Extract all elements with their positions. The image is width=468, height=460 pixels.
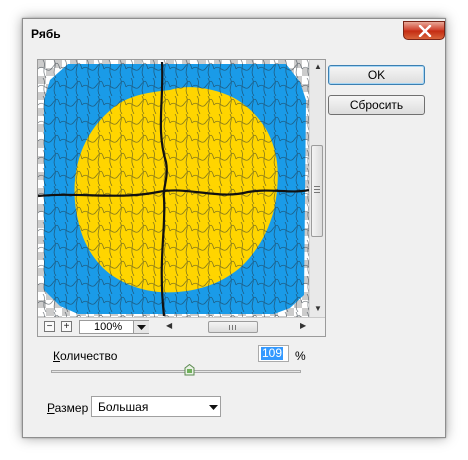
amount-unit: % bbox=[295, 349, 306, 363]
scroll-right-icon[interactable]: ▶ bbox=[300, 321, 306, 330]
chevron-down-icon bbox=[209, 405, 218, 410]
amount-label: Количество bbox=[53, 349, 118, 363]
preview-image[interactable] bbox=[38, 60, 309, 317]
horizontal-scrollbar[interactable]: ◀ ▶ bbox=[166, 320, 308, 334]
scroll-left-icon[interactable]: ◀ bbox=[166, 321, 172, 330]
zoom-dropdown-button[interactable] bbox=[133, 321, 149, 333]
window-title: Рябь bbox=[31, 27, 61, 41]
zoom-select[interactable]: 100% bbox=[79, 320, 149, 334]
preview-panel[interactable]: ▲ ▼ − + 100% ◀ ▶ bbox=[37, 59, 326, 337]
scroll-up-icon[interactable]: ▲ bbox=[314, 62, 322, 71]
amount-slider[interactable] bbox=[51, 370, 301, 373]
ok-button[interactable]: OK bbox=[328, 65, 425, 85]
vertical-scroll-thumb[interactable] bbox=[311, 145, 323, 237]
zoom-in-button[interactable]: + bbox=[61, 321, 72, 332]
amount-value: 109 bbox=[261, 346, 284, 360]
title-bar: Рябь bbox=[23, 19, 445, 49]
zoom-out-button[interactable]: − bbox=[44, 321, 55, 332]
vertical-scrollbar[interactable]: ▲ ▼ bbox=[309, 60, 325, 317]
chevron-down-icon bbox=[137, 325, 146, 330]
reset-button[interactable]: Сбросить bbox=[328, 95, 425, 115]
size-value: Большая bbox=[98, 400, 149, 414]
zoom-value: 100% bbox=[94, 321, 123, 333]
ripple-dialog: Рябь ▲ ▼ − + 100% ◀ ▶ OK Сбросить Количе… bbox=[22, 18, 446, 438]
horizontal-scroll-thumb[interactable] bbox=[208, 321, 258, 333]
scroll-down-icon[interactable]: ▼ bbox=[314, 304, 322, 313]
size-select[interactable]: Большая bbox=[91, 396, 221, 417]
size-label: Размер bbox=[47, 401, 89, 415]
amount-input[interactable]: 109 bbox=[258, 345, 289, 362]
preview-toolbar: − + 100% ◀ ▶ bbox=[38, 317, 325, 336]
amount-slider-knob[interactable] bbox=[184, 364, 195, 376]
close-icon bbox=[418, 25, 432, 37]
close-button[interactable] bbox=[403, 21, 445, 40]
